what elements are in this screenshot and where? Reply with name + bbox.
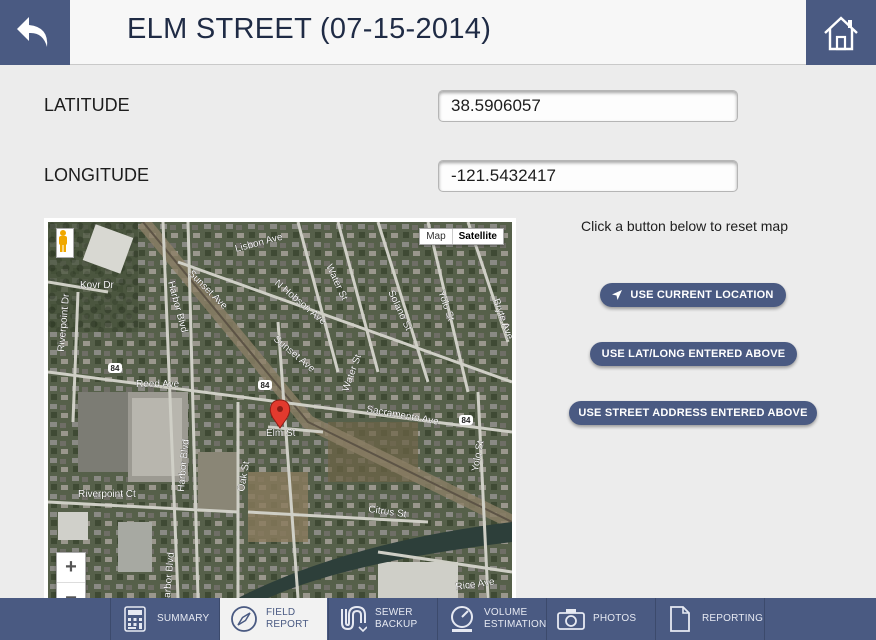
tab-summary-label: SUMMARY <box>157 613 210 624</box>
tab-volume-estimation[interactable]: VOLUME ESTIMATION <box>437 598 546 640</box>
tab-reporting-label: REPORTING <box>702 613 764 624</box>
calculator-icon <box>121 605 149 633</box>
tab-sewer-backup[interactable]: SEWER BACKUP <box>328 598 436 640</box>
route-shield: 84 <box>111 364 120 373</box>
use-current-location-label: USE CURRENT LOCATION <box>630 289 774 301</box>
tab-photos[interactable]: PHOTOS <box>546 598 654 640</box>
map-type-map-button[interactable]: Map <box>420 229 451 244</box>
latitude-label: LATITUDE <box>44 95 130 115</box>
compass-icon <box>230 605 258 633</box>
location-arrow-icon <box>612 290 623 300</box>
street-view-pegman-icon[interactable] <box>56 228 74 258</box>
home-button[interactable] <box>806 0 876 65</box>
satellite-map[interactable]: 84 84 84 Lisbon Ave Kovr Dr Sunset Ave S… <box>48 222 512 598</box>
latitude-input[interactable] <box>438 90 738 122</box>
zoom-control: + − <box>56 552 86 598</box>
street-label: Riverpoint Ct <box>78 489 136 500</box>
map-imagery: 84 84 84 Lisbon Ave Kovr Dr Sunset Ave S… <box>48 222 512 598</box>
use-current-location-button[interactable]: USE CURRENT LOCATION <box>600 283 786 307</box>
reset-map-instructions: Click a button below to reset map <box>581 218 788 234</box>
use-street-address-button[interactable]: USE STREET ADDRESS ENTERED ABOVE <box>569 401 817 425</box>
tab-field-report-label-line1: FIELD <box>266 607 296 618</box>
zoom-in-button[interactable]: + <box>57 553 85 583</box>
street-label: Kovr Dr <box>80 280 115 291</box>
longitude-label: LONGITUDE <box>44 165 150 185</box>
tab-field-report[interactable]: FIELD REPORT <box>219 598 327 640</box>
route-shield: 84 <box>462 416 471 425</box>
tab-sewer-backup-label-line2: BACKUP <box>375 619 418 630</box>
street-label: Reed Ave <box>136 379 180 390</box>
camera-icon <box>557 605 585 633</box>
tab-volume-estimation-label: VOLUME ESTIMATION <box>484 607 546 631</box>
tab-photos-label: PHOTOS <box>593 613 637 624</box>
route-shield: 84 <box>261 381 270 390</box>
use-lat-long-button[interactable]: USE LAT/LONG ENTERED ABOVE <box>590 342 797 366</box>
tab-field-report-label-line2: REPORT <box>266 619 309 630</box>
zoom-out-button[interactable]: − <box>57 583 85 599</box>
home-icon <box>824 15 858 50</box>
map-type-control: Map Satellite <box>419 228 504 245</box>
use-lat-long-label: USE LAT/LONG ENTERED ABOVE <box>601 348 786 360</box>
map-type-satellite-button[interactable]: Satellite <box>451 229 503 244</box>
street-label: Elm St <box>266 428 296 439</box>
tab-volume-estimation-label-line2: ESTIMATION <box>484 619 547 630</box>
gauge-icon <box>448 605 476 633</box>
tab-sewer-backup-label-line1: SEWER <box>375 607 413 618</box>
pipe-icon <box>339 605 367 633</box>
tab-reporting[interactable]: REPORTING <box>655 598 765 640</box>
tab-sewer-backup-label: SEWER BACKUP <box>375 607 417 631</box>
tab-field-report-label: FIELD REPORT <box>266 607 309 631</box>
document-icon <box>666 605 694 633</box>
back-button[interactable] <box>0 0 70 65</box>
page-title: ELM STREET (07-15-2014) <box>127 13 492 45</box>
tab-volume-estimation-label-line1: VOLUME <box>484 607 528 618</box>
bottom-tab-bar: SUMMARY FIELD REPORT SEWER BACKUP VOLUME… <box>0 598 876 640</box>
tab-summary[interactable]: SUMMARY <box>110 598 218 640</box>
back-arrow-icon <box>17 16 48 47</box>
map-frame: 84 84 84 Lisbon Ave Kovr Dr Sunset Ave S… <box>44 218 516 598</box>
longitude-input[interactable] <box>438 160 738 192</box>
use-street-address-label: USE STREET ADDRESS ENTERED ABOVE <box>578 407 808 419</box>
header: ELM STREET (07-15-2014) <box>0 0 876 65</box>
